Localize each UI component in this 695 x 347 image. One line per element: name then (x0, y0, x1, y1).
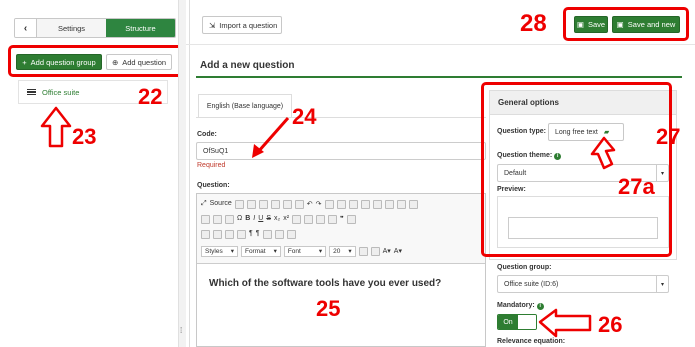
annotation-25: 25 (316, 296, 341, 321)
arrow-26-icon (538, 308, 592, 338)
annotation-22: 22 (138, 84, 163, 109)
annotation-arrows (40, 106, 616, 338)
annotation-26: 26 (598, 312, 623, 337)
arrow-24-icon (256, 117, 290, 153)
annotation-27: 27 (656, 124, 681, 149)
arrow-27a-icon (590, 136, 616, 170)
arrow-23-icon (40, 106, 72, 148)
annotation-28: 28 (520, 10, 547, 37)
annotation-23: 23 (72, 124, 97, 149)
app-root: ‹ Settings Structure + Add question grou… (0, 0, 695, 347)
annotation-27a: 27a (618, 174, 655, 199)
annotation-24: 24 (292, 104, 317, 129)
